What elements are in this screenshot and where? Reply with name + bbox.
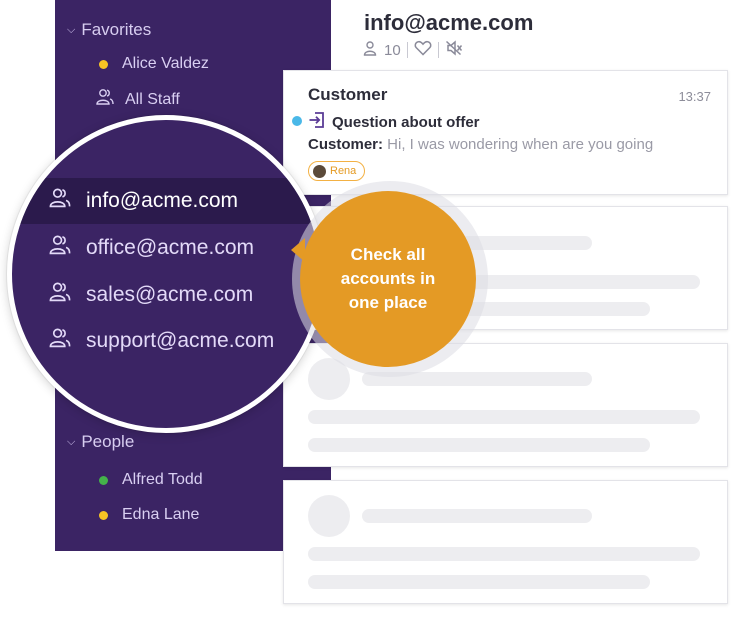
message-subject: Question about offer <box>308 111 480 133</box>
sidebar-item-alfred-todd[interactable]: Alfred Todd <box>99 471 203 489</box>
account-item-office[interactable]: office@acme.com <box>12 225 320 271</box>
status-dot <box>99 475 108 485</box>
placeholder-card <box>283 480 728 604</box>
people-section-toggle[interactable]: ⌵ People <box>67 432 134 452</box>
sidebar-item-edna-lane[interactable]: Edna Lane <box>99 506 199 524</box>
divider <box>437 42 439 58</box>
divider <box>406 42 408 58</box>
message-time: 13:37 <box>678 89 711 104</box>
sidebar-item-label: Edna Lane <box>122 506 200 523</box>
member-count: 10 <box>384 41 401 59</box>
assignee-name: Rena <box>330 165 357 177</box>
avatar-placeholder <box>308 495 350 537</box>
account-label: sales@acme.com <box>86 283 254 306</box>
message-preview: Customer: Hi, I was wondering when are y… <box>308 136 653 153</box>
sidebar-item-label: All Staff <box>125 90 180 108</box>
callout-text: Check all accounts in one place <box>340 245 436 312</box>
favorites-section-toggle[interactable]: ⌵ Favorites <box>67 20 151 40</box>
chevron-down-icon: ⌵ <box>67 23 76 36</box>
avatar <box>313 164 326 178</box>
mute-icon[interactable] <box>445 40 463 60</box>
people-icon <box>95 88 115 111</box>
preview-label: Customer: <box>308 136 384 153</box>
unread-indicator <box>292 116 302 126</box>
account-item-sales[interactable]: sales@acme.com <box>12 272 320 318</box>
mailbox-title: info@acme.com <box>364 10 534 35</box>
sidebar-item-label: Alice Valdez <box>122 55 209 72</box>
sidebar-item-all-staff[interactable]: All Staff <box>95 88 180 111</box>
text-placeholder <box>308 547 700 561</box>
people-title: People <box>81 432 135 451</box>
preview-text: Hi, I was wondering when are you going <box>383 136 654 153</box>
conversation-card[interactable]: Customer 13:37 Question about offer Cust… <box>283 70 728 195</box>
person-icon <box>362 40 378 60</box>
customer-name: Customer <box>308 85 388 104</box>
status-dot <box>99 510 108 520</box>
account-label: info@acme.com <box>86 189 239 212</box>
sidebar-item-label: Alfred Todd <box>122 471 203 488</box>
people-icon <box>48 234 72 262</box>
subject-text: Question about offer <box>332 113 480 131</box>
account-magnifier: info@acme.com office@acme.com sales@acme… <box>7 115 325 433</box>
sidebar-item-alice-valdez[interactable]: Alice Valdez <box>99 55 209 73</box>
account-label: office@acme.com <box>86 236 254 259</box>
chevron-down-icon: ⌵ <box>67 435 76 448</box>
account-label: support@acme.com <box>86 329 275 352</box>
inbox-arrow-icon <box>308 111 326 133</box>
account-item-info[interactable]: info@acme.com <box>12 178 320 224</box>
feature-callout: Check all accounts in one place <box>300 191 476 367</box>
people-icon <box>48 281 72 309</box>
account-item-support[interactable]: support@acme.com <box>12 318 320 364</box>
text-placeholder <box>308 438 650 452</box>
text-placeholder <box>308 410 700 424</box>
people-icon <box>48 187 72 215</box>
status-dot <box>99 59 108 69</box>
people-icon <box>48 327 72 355</box>
mailbox-meta: 10 <box>362 40 463 60</box>
heart-icon[interactable] <box>414 40 432 60</box>
text-placeholder <box>308 575 650 589</box>
text-placeholder <box>362 509 592 523</box>
favorites-title: Favorites <box>81 20 152 39</box>
